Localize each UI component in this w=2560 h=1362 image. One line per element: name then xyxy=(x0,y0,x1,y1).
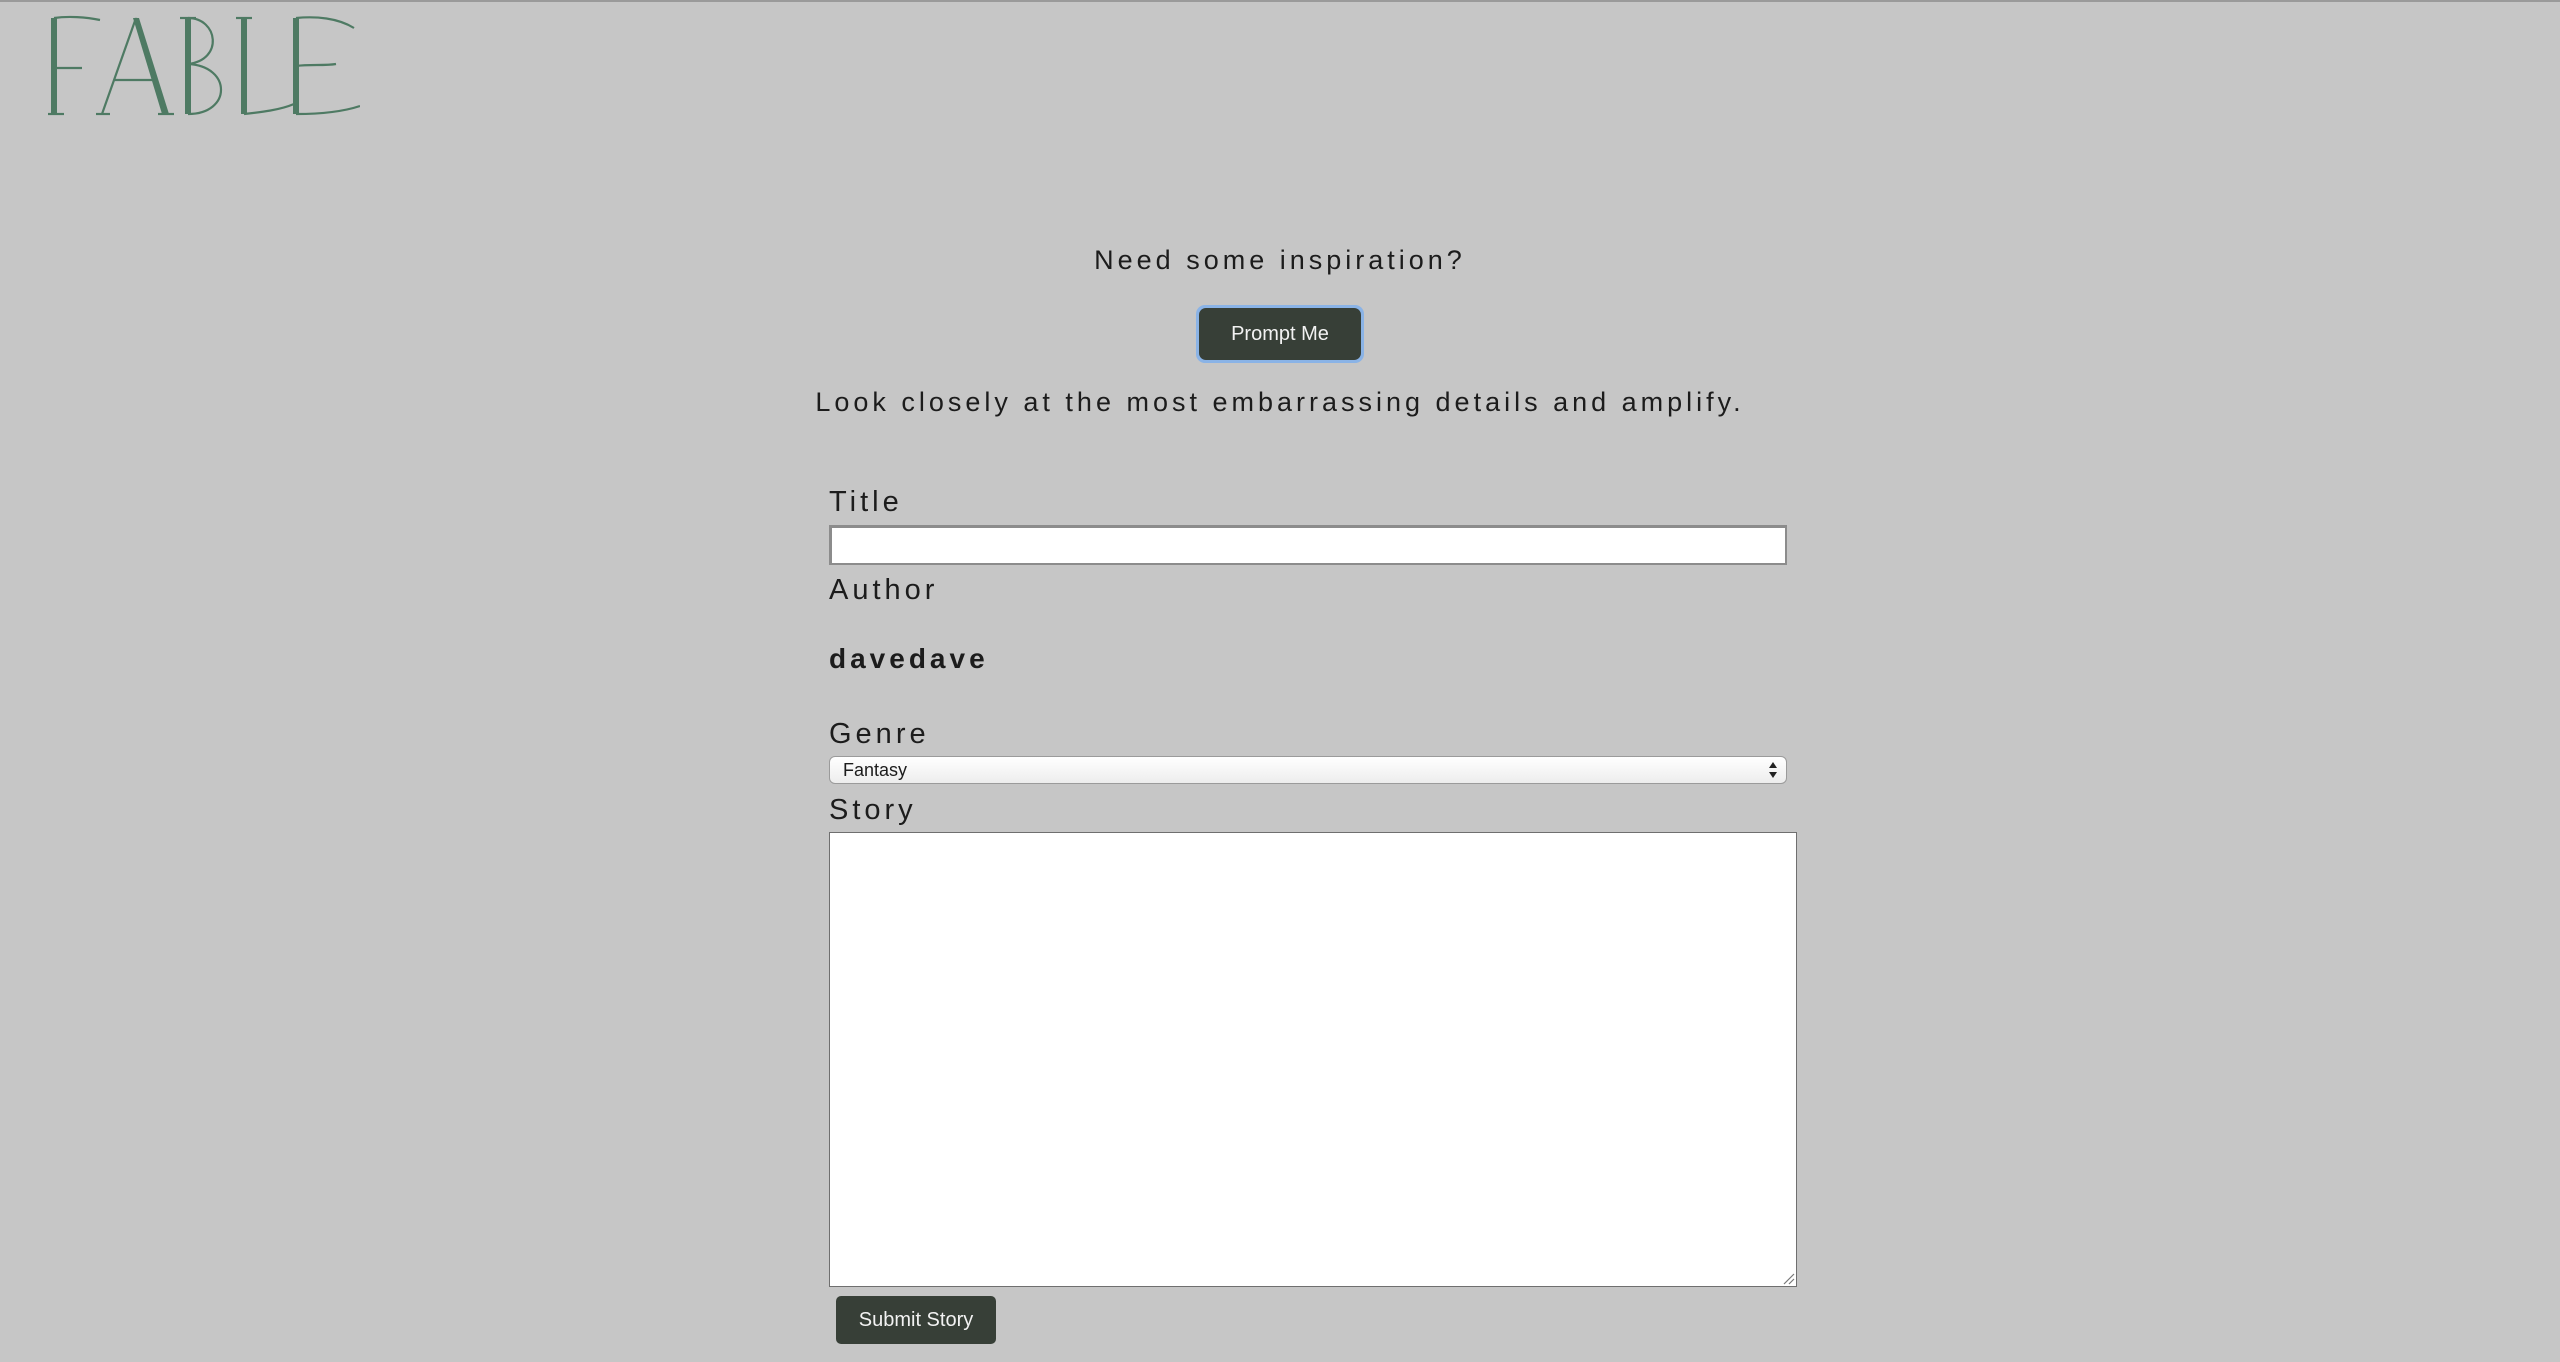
author-label: Author xyxy=(829,574,939,606)
writing-prompt-text: Look closely at the most embarrassing de… xyxy=(815,387,1745,417)
submit-story-button[interactable]: Submit Story xyxy=(836,1296,996,1344)
genre-label: Genre xyxy=(829,718,930,750)
author-name: davedave xyxy=(829,643,989,674)
resize-grip-icon[interactable] xyxy=(1782,1272,1795,1285)
window-top-edge xyxy=(0,0,2560,2)
up-down-arrows-icon xyxy=(1769,762,1777,778)
prompt-button-focus-ring: Prompt Me xyxy=(1196,305,1364,363)
genre-select[interactable]: Fantasy xyxy=(829,756,1787,784)
fable-logo-mark xyxy=(48,15,360,116)
story-textarea[interactable] xyxy=(829,832,1797,1287)
title-input[interactable] xyxy=(829,525,1787,565)
prompt-me-button[interactable]: Prompt Me xyxy=(1199,308,1361,360)
story-label: Story xyxy=(829,794,917,826)
title-label: Title xyxy=(829,486,903,518)
fable-logo[interactable] xyxy=(48,14,360,118)
genre-selected-value: Fantasy xyxy=(843,760,908,780)
inspiration-heading: Need some inspiration? xyxy=(1094,245,1466,275)
